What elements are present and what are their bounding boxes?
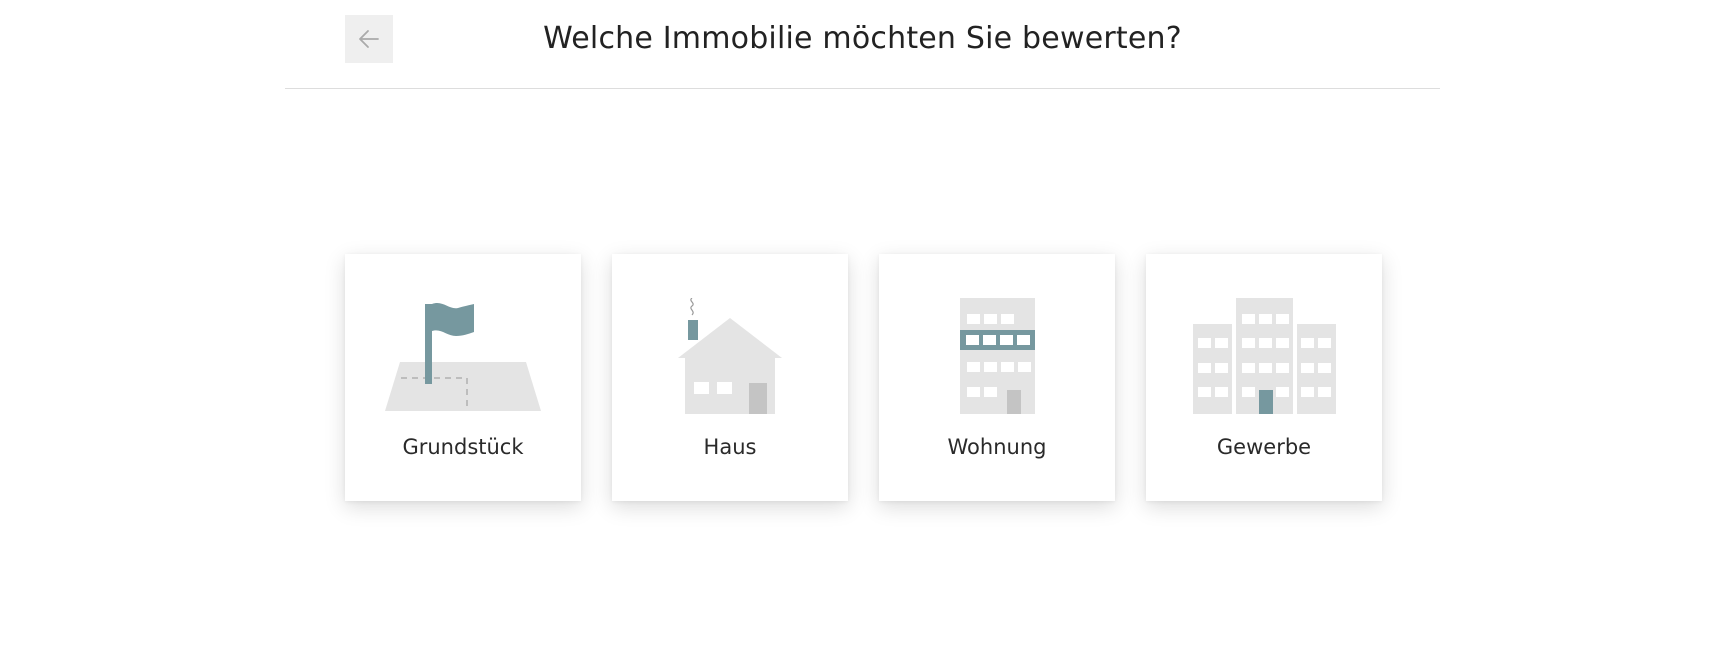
house-icon (678, 298, 782, 414)
card-grundstueck[interactable]: Grundstück (345, 254, 581, 501)
card-label: Haus (703, 435, 757, 459)
apartment-building-icon (960, 298, 1035, 414)
page: Welche Immobilie möchten Sie bewerten? G… (0, 0, 1725, 655)
commercial-buildings-icon (1193, 298, 1336, 414)
card-label: Grundstück (402, 435, 524, 459)
header: Welche Immobilie möchten Sie bewerten? (285, 0, 1440, 89)
flag-plot-icon (385, 303, 541, 411)
card-label: Gewerbe (1216, 435, 1312, 459)
page-title: Welche Immobilie möchten Sie bewerten? (543, 21, 1182, 56)
card-wohnung[interactable]: Wohnung (879, 254, 1115, 501)
property-type-cards: Grundstück Haus Wohnung Gewerbe (345, 254, 1382, 501)
card-gewerbe[interactable]: Gewerbe (1146, 254, 1382, 501)
card-label: Wohnung (947, 435, 1047, 459)
card-haus[interactable]: Haus (612, 254, 848, 501)
